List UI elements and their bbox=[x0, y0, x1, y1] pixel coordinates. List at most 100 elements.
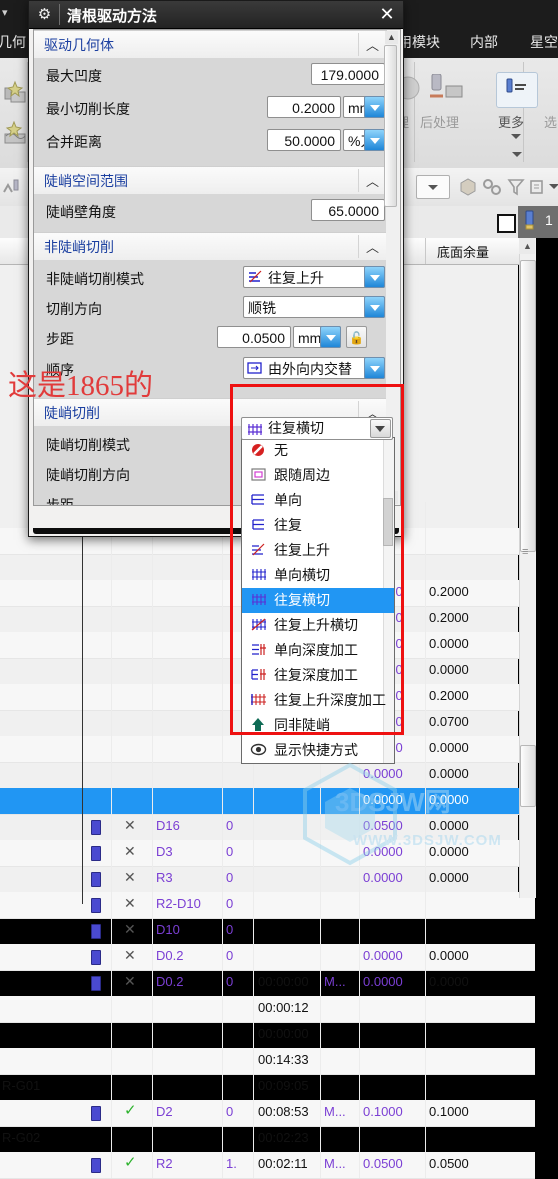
ribbon-label-select[interactable]: 选 bbox=[544, 112, 557, 131]
field-value-stepover[interactable]: 0.0500 bbox=[217, 326, 291, 348]
tool-path-icon[interactable] bbox=[2, 176, 24, 198]
unit-dropdown-merge-distance[interactable] bbox=[364, 129, 385, 151]
table-row[interactable]: ✕ D16 0 0.0500 0.0000 bbox=[0, 814, 535, 841]
table-scroll-up-button[interactable]: ▲ bbox=[519, 238, 535, 254]
zigzag-cross-icon bbox=[248, 424, 262, 435]
cut-mode-dropdown-list[interactable]: 无跟随周边 单向 往复 往复上升 单向横切 往复横切 往复上升横切 单向深度加工 往复深度加工往… bbox=[241, 437, 395, 764]
stop-square-icon[interactable] bbox=[497, 214, 516, 233]
steep-cut-mode-combo[interactable]: 往复横切 bbox=[241, 417, 393, 440]
ribbon-label-more[interactable]: 更多 bbox=[498, 112, 524, 131]
field-label-steep-cut-direction: 陡峭切削方向 bbox=[46, 467, 130, 483]
dropdown-sequence[interactable] bbox=[364, 357, 385, 379]
table-cell-part: 0.0000 bbox=[363, 870, 403, 885]
dropdown-item[interactable]: 往复上升深度加工 bbox=[242, 688, 394, 713]
chevron-up-icon[interactable]: ︿ bbox=[366, 237, 379, 256]
dropdown-cut-direction[interactable] bbox=[364, 296, 385, 318]
table-cell-part: 0.0000 bbox=[363, 844, 403, 859]
table-cell-name: R-G02 bbox=[2, 1130, 41, 1145]
lock-icon[interactable]: 🔓 bbox=[346, 326, 367, 348]
dialog-title-bar[interactable]: ⚙ 清根驱动方法 ✕ bbox=[29, 1, 403, 29]
ribbon-tab-geometry[interactable]: 几何 bbox=[0, 32, 26, 52]
table-row[interactable]: ✓ R2 1. 00:02:11 M... 0.0500 0.0500 bbox=[0, 1152, 535, 1179]
dropdown-item[interactable]: 往复上升横切 bbox=[242, 613, 394, 638]
field-value-min-cut-length[interactable]: 0.2000 bbox=[267, 96, 341, 118]
dropdown-item[interactable]: 单向 bbox=[242, 488, 394, 513]
dropdown-item-label: 显示快捷方式 bbox=[274, 742, 358, 758]
create-geometry-icon[interactable] bbox=[3, 80, 29, 106]
table-scroll-thumb[interactable] bbox=[520, 260, 536, 552]
toolbar-overflow-arrow-icon[interactable] bbox=[549, 184, 558, 189]
dropdown-item[interactable]: 往复深度加工 bbox=[242, 663, 394, 688]
chevron-up-icon[interactable]: ︿ bbox=[366, 171, 379, 190]
status-check-icon: ✓ bbox=[124, 1154, 137, 1171]
table-row[interactable]: 0.0000 0.0000 bbox=[0, 788, 535, 815]
program-order-icon[interactable] bbox=[528, 177, 548, 197]
table-cell-tool: D2 bbox=[156, 1104, 173, 1119]
table-row[interactable]: 0.0000 0.0000 bbox=[0, 762, 535, 789]
table-cell-time: 00:14:33 bbox=[258, 1052, 309, 1067]
box-icon[interactable] bbox=[458, 177, 478, 197]
table-cell-geo: M... bbox=[324, 1104, 346, 1119]
postprocess-icon[interactable] bbox=[424, 74, 464, 108]
table-row[interactable]: ✕ D10 0 bbox=[0, 918, 535, 945]
status-cross-icon: ✕ bbox=[124, 921, 136, 937]
table-scroll-thumb-lower[interactable] bbox=[520, 745, 536, 807]
group-header-drive-geometry[interactable]: 驱动几何体 ︿ bbox=[34, 30, 387, 59]
dropdown-item[interactable]: 单向横切 bbox=[242, 563, 394, 588]
table-row[interactable]: ✕ D0.2 0 00:00:00 M... 0.0000 0.0000 bbox=[0, 970, 535, 997]
table-row[interactable]: 00:14:33 bbox=[0, 1048, 535, 1075]
ribbon-label-postprocess[interactable]: 后处理 bbox=[420, 112, 459, 131]
table-cell-floor: 0.0000 bbox=[429, 662, 469, 677]
ribbon-tab-starry[interactable]: 星空 bbox=[530, 32, 558, 52]
ribbon-expand-arrow-icon[interactable] bbox=[512, 152, 522, 157]
table-row[interactable]: 00:00:00 bbox=[0, 1022, 535, 1049]
table-header-floor-stock[interactable]: 底面余量 bbox=[437, 242, 489, 261]
table-row[interactable]: 00:00:12 bbox=[0, 996, 535, 1023]
chevron-up-icon[interactable]: ︿ bbox=[366, 35, 379, 54]
field-value-steep-wall-angle[interactable]: 65.0000 bbox=[311, 199, 385, 221]
table-row[interactable]: ✕ D0.2 0 0.0000 0.0000 bbox=[0, 944, 535, 971]
dropdown-item[interactable]: 跟随周边 bbox=[242, 463, 394, 488]
table-row[interactable]: ✕ R2-D10 0 bbox=[0, 892, 535, 919]
field-value-max-concavity[interactable]: 179.0000 bbox=[311, 63, 385, 85]
unit-dropdown-stepover[interactable] bbox=[320, 326, 341, 348]
geometry-link-icon[interactable] bbox=[482, 177, 502, 197]
steep-cut-mode-combo-arrow[interactable] bbox=[370, 419, 391, 438]
table-cell-num: 0 bbox=[226, 844, 234, 859]
table-cell-tool: R3 bbox=[156, 870, 173, 885]
dropdown-item[interactable]: 显示快捷方式 bbox=[242, 738, 394, 763]
ribbon-tab-module[interactable]: 用模块 bbox=[398, 32, 440, 52]
toolbar-dropdown[interactable] bbox=[416, 175, 450, 199]
group-body-steep-range: 陡峭壁角度 65.0000 bbox=[34, 194, 387, 232]
table-row[interactable]: R-G01 00:09:05 bbox=[0, 1074, 535, 1101]
ribbon-collapse-caret-icon[interactable]: ▾ bbox=[2, 6, 8, 19]
table-row[interactable]: R-G02 00:02:23 bbox=[0, 1126, 535, 1153]
dropdown-item[interactable]: 无 bbox=[242, 438, 394, 463]
group-header-non-steep-cutting[interactable]: 非陡峭切削 ︿ bbox=[34, 232, 387, 261]
field-value-merge-distance[interactable]: 50.0000 bbox=[267, 129, 341, 151]
dropdown-item[interactable]: 往复横切 bbox=[242, 588, 394, 613]
field-label-steep-wall-angle: 陡峭壁角度 bbox=[46, 204, 116, 220]
annotation-text: 这是1865的 bbox=[8, 370, 154, 402]
close-icon[interactable]: ✕ bbox=[375, 3, 399, 26]
unit-dropdown-min-cut-length[interactable] bbox=[364, 96, 385, 118]
dialog-scroll-thumb[interactable] bbox=[384, 45, 397, 207]
dropdown-item[interactable]: 往复 bbox=[242, 513, 394, 538]
table-row[interactable]: ✕ D3 0 0.0000 0.0000 bbox=[0, 840, 535, 867]
table-cell-floor: 0.2000 bbox=[429, 584, 469, 599]
filter-icon[interactable] bbox=[506, 177, 526, 197]
more-dropdown-arrow-icon[interactable] bbox=[511, 134, 521, 139]
table-cell-floor: 0.0000 bbox=[429, 636, 469, 651]
tool-icon bbox=[91, 820, 101, 835]
dropdown-non-steep-cut-mode[interactable] bbox=[364, 266, 385, 288]
table-row[interactable]: ✓ D2 0 00:08:53 M... 0.1000 0.1000 bbox=[0, 1100, 535, 1127]
dropdown-item[interactable]: 单向深度加工 bbox=[242, 638, 394, 663]
create-operation-icon[interactable] bbox=[3, 121, 29, 147]
follow-periphery-icon bbox=[248, 467, 268, 484]
group-header-steep-range[interactable]: 陡峭空间范围 ︿ bbox=[34, 166, 387, 195]
table-row[interactable]: ✕ R3 0 0.0000 0.0000 bbox=[0, 866, 535, 893]
dialog-scroll-up-button[interactable]: ▲ bbox=[385, 31, 398, 44]
dropdown-item[interactable]: 同非陡峭 bbox=[242, 713, 394, 738]
ribbon-tab-internal[interactable]: 内部 bbox=[470, 32, 498, 52]
dropdown-item[interactable]: 往复上升 bbox=[242, 538, 394, 563]
